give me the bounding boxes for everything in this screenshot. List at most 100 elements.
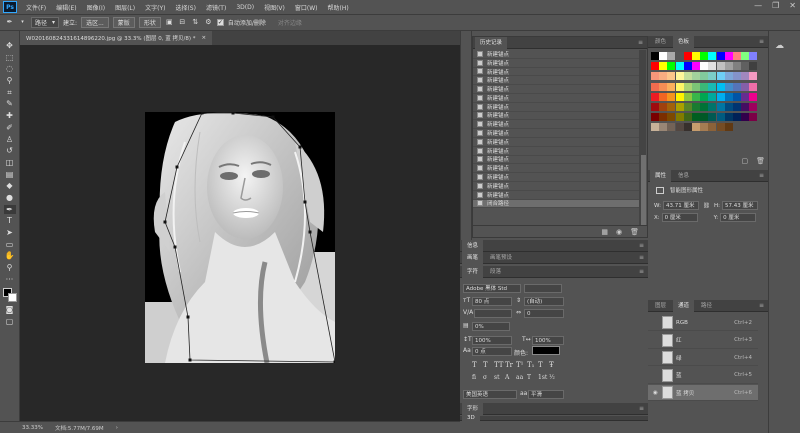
- path-alignment-icon[interactable]: ⊟: [178, 18, 187, 27]
- swatch[interactable]: [651, 52, 659, 60]
- swatch[interactable]: [724, 92, 733, 101]
- swatch[interactable]: [675, 82, 684, 91]
- swatch[interactable]: [683, 72, 692, 81]
- tab-glyphs[interactable]: 字形: [462, 402, 484, 415]
- channel-row[interactable]: ◉ 蓝 拷贝 Ctrl+6: [648, 385, 758, 401]
- swatch[interactable]: [716, 103, 725, 111]
- swatch[interactable]: [659, 123, 668, 132]
- swatch[interactable]: [683, 52, 692, 60]
- document-canvas[interactable]: [145, 112, 335, 363]
- swatch[interactable]: [741, 72, 750, 81]
- background-color[interactable]: [7, 293, 17, 303]
- tool-mode-select[interactable]: 路径 ▾: [31, 17, 60, 28]
- close-window-button[interactable]: ✕: [789, 1, 796, 10]
- zoom-tool-icon[interactable]: ⚲: [4, 263, 16, 272]
- opentype-button[interactable]: st: [494, 374, 500, 381]
- swatch[interactable]: [716, 113, 725, 122]
- cloud-icon[interactable]: ☁: [775, 41, 784, 51]
- panel-menu-icon[interactable]: ≡: [759, 172, 764, 179]
- swatch[interactable]: [692, 103, 700, 111]
- panel-menu-icon[interactable]: ≡: [638, 39, 643, 46]
- tab-brush[interactable]: 画笔: [462, 251, 484, 264]
- history-state[interactable]: 新建锚点: [473, 156, 639, 165]
- panel-menu-icon[interactable]: ≡: [639, 268, 644, 275]
- history-state[interactable]: 新建锚点: [473, 85, 639, 94]
- swatch[interactable]: [741, 103, 750, 111]
- swatch[interactable]: [749, 52, 758, 60]
- history-state[interactable]: 新建锚点: [473, 191, 639, 200]
- swatch[interactable]: [724, 62, 733, 71]
- swatch[interactable]: [667, 92, 676, 101]
- new-document-from-state-icon[interactable]: ▦: [601, 228, 608, 236]
- eyedropper-tool-icon[interactable]: ✎: [4, 99, 16, 108]
- menu-select[interactable]: 选择(S): [170, 3, 201, 12]
- tab-properties-info[interactable]: 信息: [673, 170, 694, 182]
- more-tools-icon[interactable]: ···: [4, 275, 16, 284]
- swatch[interactable]: [667, 103, 676, 111]
- font-style-select[interactable]: [524, 284, 562, 293]
- swatch[interactable]: [749, 92, 758, 101]
- swatch[interactable]: [667, 82, 676, 91]
- menu-filter[interactable]: 滤镜(T): [201, 3, 231, 12]
- channel-row[interactable]: 蓝 Ctrl+5: [648, 368, 758, 384]
- marquee-tool-icon[interactable]: ⬚: [4, 53, 16, 62]
- chevron-down-icon[interactable]: ▾: [18, 18, 27, 27]
- restore-button[interactable]: ❐: [772, 1, 779, 10]
- swatch[interactable]: [708, 52, 717, 60]
- swatch[interactable]: [683, 82, 692, 91]
- opentype-button[interactable]: A: [505, 374, 509, 381]
- shape-tool-icon[interactable]: ▭: [4, 240, 16, 249]
- history-brush-tool-icon[interactable]: ↺: [4, 146, 16, 155]
- menu-help[interactable]: 帮助(H): [323, 3, 354, 12]
- swatch[interactable]: [659, 113, 668, 122]
- language-select[interactable]: 美国英语: [463, 390, 517, 399]
- swatch[interactable]: [683, 123, 692, 132]
- swatch[interactable]: [749, 82, 758, 91]
- swatch[interactable]: [683, 103, 692, 111]
- path-arrangement-icon[interactable]: ⇅: [191, 18, 200, 27]
- swatch[interactable]: [659, 103, 668, 111]
- swatch[interactable]: [724, 103, 733, 111]
- auto-add-delete-checkbox[interactable]: ✓: [216, 19, 224, 26]
- tracking-field[interactable]: 0: [524, 309, 564, 318]
- swatch[interactable]: [733, 92, 741, 101]
- swatch[interactable]: [733, 103, 741, 111]
- history-state[interactable]: 新建锚点: [473, 59, 639, 68]
- gear-icon[interactable]: ⚙: [204, 18, 213, 27]
- blur-tool-icon[interactable]: ◆: [4, 181, 16, 190]
- color-swatches[interactable]: [2, 288, 17, 303]
- swatch[interactable]: [692, 62, 700, 71]
- swatch[interactable]: [659, 82, 668, 91]
- status-arrow-icon[interactable]: ›: [116, 425, 118, 431]
- quick-select-tool-icon[interactable]: ⚲: [4, 76, 16, 85]
- gradient-tool-icon[interactable]: ▤: [4, 170, 16, 179]
- selection-button[interactable]: 选区...: [81, 17, 109, 28]
- tab-info[interactable]: 信息: [462, 239, 484, 252]
- swatch[interactable]: [692, 52, 700, 60]
- swatch[interactable]: [724, 113, 733, 122]
- swatch[interactable]: [675, 62, 684, 71]
- history-state[interactable]: 新建锚点: [473, 112, 639, 121]
- screen-mode-icon[interactable]: ▢: [4, 317, 16, 326]
- swatch[interactable]: [683, 62, 692, 71]
- panel-menu-icon[interactable]: ≡: [639, 405, 644, 412]
- history-state[interactable]: 新建锚点: [473, 129, 639, 138]
- swatch[interactable]: [724, 72, 733, 81]
- hand-tool-icon[interactable]: ✋: [4, 251, 16, 260]
- swatch[interactable]: [700, 72, 709, 81]
- path-operations-icon[interactable]: ▣: [165, 18, 174, 27]
- pen-tool-preset-icon[interactable]: ✒: [5, 18, 14, 27]
- text-style-button[interactable]: Ŧ: [549, 361, 554, 369]
- vertical-scale-field[interactable]: 100%: [472, 336, 512, 345]
- opentype-button[interactable]: fi: [472, 374, 476, 381]
- tab-color[interactable]: 颜色: [650, 36, 671, 48]
- swatch[interactable]: [700, 103, 709, 111]
- baseline-shift-field[interactable]: 0 点: [472, 347, 512, 356]
- swatch[interactable]: [700, 82, 709, 91]
- path-selection-tool-icon[interactable]: ➤: [4, 228, 16, 237]
- tsume-field[interactable]: 0%: [472, 322, 510, 331]
- y-field[interactable]: 0 厘米: [720, 213, 757, 222]
- height-field[interactable]: 57.43 厘米: [721, 201, 758, 210]
- swatch[interactable]: [733, 62, 741, 71]
- tab-properties[interactable]: 属性: [650, 169, 672, 182]
